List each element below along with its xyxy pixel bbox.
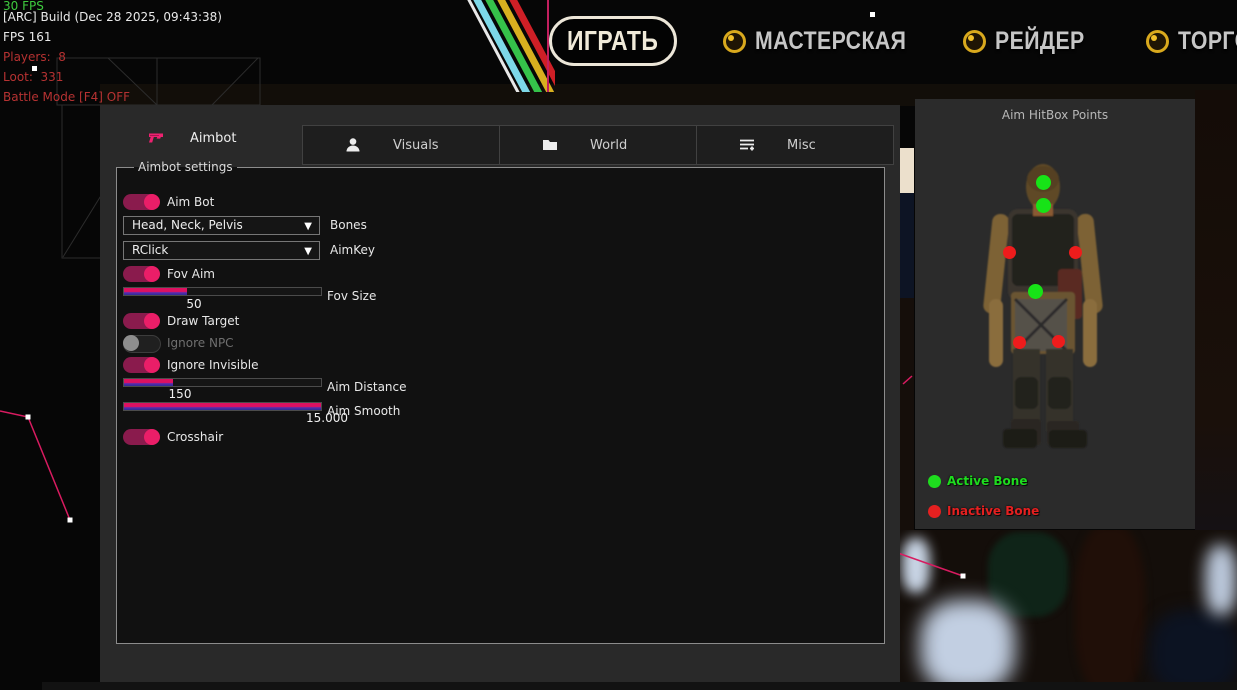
hitbox-panel-title: Aim HitBox Points (915, 108, 1195, 122)
bone-dot-right-arm[interactable] (1003, 246, 1016, 259)
hud-players: Players: 8 (3, 51, 66, 64)
scene-light-blob (902, 538, 930, 593)
crosshair-label: Crosshair (167, 430, 223, 444)
menu-art-stripes (430, 0, 555, 92)
aim-distance-slider[interactable] (123, 378, 322, 387)
tab-label: Visuals (393, 138, 439, 153)
coin-icon (723, 30, 746, 53)
menu-item-label: РЕЙДЕР (995, 27, 1085, 56)
group-title: Aimbot settings (134, 160, 237, 174)
tab-aimbot[interactable]: Aimbot (148, 130, 236, 146)
scene-column (1075, 530, 1145, 690)
game-bottom-bar (42, 682, 1237, 690)
draw-target-label: Draw Target (167, 314, 239, 328)
legend-active-bone: Active Bone (928, 474, 1027, 488)
toggle-knob (123, 335, 139, 351)
tab-misc[interactable]: Misc (696, 125, 894, 165)
fov-aim-label: Fov Aim (167, 267, 215, 281)
scene-light-edge (1205, 545, 1237, 615)
hitbox-panel: Aim HitBox Points (915, 99, 1195, 529)
screen: 30 FPS [ARC] Build (Dec 28 2025, 09:43:3… (0, 0, 1237, 690)
aim-bot-label: Aim Bot (167, 195, 214, 209)
aim-smooth-slider[interactable] (123, 402, 322, 411)
player-model (915, 99, 1195, 529)
ignore-npc-label: Ignore NPC (167, 336, 234, 350)
active-bone-dot (928, 475, 941, 488)
crosshair-toggle[interactable] (123, 429, 159, 445)
toggle-knob (144, 429, 160, 445)
aimkey-label: AimKey (330, 243, 375, 257)
legend-inactive-bone: Inactive Bone (928, 504, 1039, 518)
toggle-knob (144, 357, 160, 373)
inactive-bone-dot (928, 505, 941, 518)
menu-item-label: ТОРГОВЛЯ (1178, 27, 1237, 56)
gun-icon (148, 130, 164, 146)
slider-fill (124, 403, 321, 410)
tab-label: World (590, 138, 627, 153)
scene-blue-corner (1150, 610, 1237, 690)
toggle-knob (144, 266, 160, 282)
play-button[interactable]: ИГРАТЬ (549, 16, 677, 66)
menu-item-workshop[interactable]: МАСТЕРСКАЯ (723, 27, 933, 56)
fov-aim-toggle[interactable] (123, 266, 159, 282)
aim-distance-value: 150 (162, 387, 198, 401)
scene-snow-blob (920, 600, 1015, 690)
aim-smooth-label: Aim Smooth (327, 404, 400, 418)
aim-bot-toggle[interactable] (123, 194, 159, 210)
coin-icon (963, 30, 986, 53)
fov-size-value: 50 (178, 297, 210, 311)
tab-world[interactable]: World (499, 125, 697, 165)
toggle-knob (144, 194, 160, 210)
play-button-label: ИГРАТЬ (567, 25, 658, 57)
menu-item-shop[interactable]: ТОРГОВЛЯ (1146, 27, 1237, 56)
bone-dot-head[interactable] (1036, 175, 1051, 190)
fov-size-label: Fov Size (327, 289, 376, 303)
ignore-npc-toggle[interactable] (123, 335, 161, 353)
slider-fill (124, 379, 173, 386)
tab-label: Aimbot (190, 131, 236, 146)
menu-item-raider[interactable]: РЕЙДЕР (963, 27, 1100, 56)
hud-battle-mode: Battle Mode [F4] OFF (3, 91, 130, 104)
bone-dot-pelvis[interactable] (1028, 284, 1043, 299)
game-scene-bottom-right (900, 530, 1237, 690)
bone-dot-left-arm[interactable] (1069, 246, 1082, 259)
bones-label: Bones (330, 218, 367, 232)
slider-fill (124, 288, 187, 295)
bones-dropdown[interactable]: Head, Neck, Pelvis (123, 216, 320, 235)
legend-label: Active Bone (947, 474, 1027, 488)
hud-fps: FPS 161 (3, 31, 51, 44)
fov-size-slider[interactable] (123, 287, 322, 296)
person-icon (345, 137, 361, 153)
aimkey-dropdown[interactable]: RClick (123, 241, 320, 260)
hud-build: [ARC] Build (Dec 28 2025, 09:43:38) (3, 11, 222, 24)
toggle-knob (144, 313, 160, 329)
bone-dot-neck[interactable] (1036, 198, 1051, 213)
tab-label: Misc (787, 138, 816, 153)
coin-icon (1146, 30, 1169, 53)
bone-dot-right-thigh[interactable] (1013, 336, 1026, 349)
legend-label: Inactive Bone (947, 504, 1039, 518)
cheat-menu-panel: Aimbot Visuals World Misc (100, 105, 900, 682)
folder-icon (542, 137, 558, 153)
sliders-icon (739, 137, 755, 153)
ignore-invisible-label: Ignore Invisible (167, 358, 258, 372)
draw-target-toggle[interactable] (123, 313, 159, 329)
ignore-invisible-toggle[interactable] (123, 357, 159, 373)
tab-visuals[interactable]: Visuals (302, 125, 500, 165)
scene-sign (988, 532, 1068, 617)
aim-distance-label: Aim Distance (327, 380, 407, 394)
hud-loot: Loot: 331 (3, 71, 63, 84)
bone-dot-left-thigh[interactable] (1052, 335, 1065, 348)
menu-item-label: МАСТЕРСКАЯ (755, 27, 906, 56)
